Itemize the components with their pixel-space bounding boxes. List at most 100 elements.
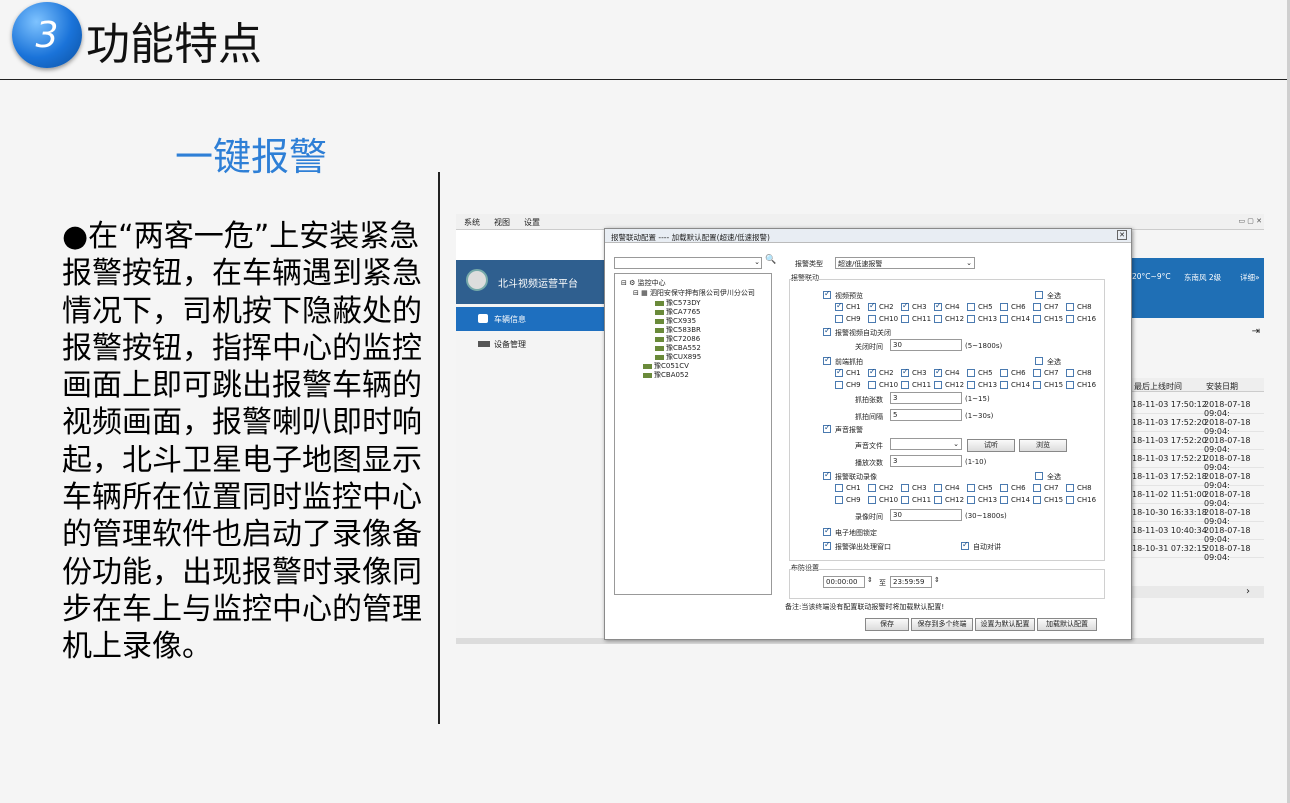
table-row[interactable]: 18-11-03 17:52:21 2018-07-18 09:04: — [1130, 450, 1264, 472]
save-button[interactable]: 保存 — [865, 618, 909, 631]
menu-item-view[interactable]: 视图 — [494, 217, 510, 228]
table-row[interactable]: 18-11-03 17:52:20 2018-07-18 09:04: — [1130, 414, 1264, 436]
time-from-input[interactable]: 00:00:00 — [823, 576, 865, 588]
tree-company[interactable]: ⊟ ▦ 泗阳安保守押有限公司伊川分公司 — [633, 288, 755, 298]
close-time-input[interactable]: 30 — [890, 339, 962, 351]
table-row[interactable]: 18-10-31 07:32:15 2018-07-18 09:04: — [1130, 540, 1264, 562]
capture-ch-checkbox[interactable] — [967, 381, 975, 389]
auto-close-checkbox[interactable] — [823, 326, 831, 336]
table-row[interactable]: 18-11-02 11:51:00 2018-07-18 09:04: — [1130, 486, 1264, 508]
capture-ch-checkbox[interactable] — [1000, 369, 1008, 377]
capture-ch-checkbox[interactable] — [835, 367, 843, 377]
browse-button[interactable]: 浏览 — [1019, 439, 1067, 452]
record-ch-checkbox[interactable] — [901, 496, 909, 504]
video-ch-checkbox[interactable] — [1000, 315, 1008, 323]
panel-expand-icon[interactable]: ⇥ — [1252, 326, 1260, 337]
record-ch-checkbox[interactable] — [1000, 496, 1008, 504]
chevron-down-icon[interactable]: ⌄ — [966, 259, 972, 267]
chevron-right-icon[interactable]: › — [1246, 586, 1250, 597]
record-ch-checkbox[interactable] — [967, 484, 975, 492]
map-lock-checkbox[interactable] — [823, 526, 831, 536]
menu-item-system[interactable]: 系统 — [464, 217, 480, 228]
capture-ch-checkbox[interactable] — [1000, 381, 1008, 389]
chevron-down-icon[interactable]: ⌄ — [754, 258, 760, 266]
capture-select-all-checkbox[interactable] — [1035, 357, 1043, 365]
window-controls-icon[interactable]: ▭ ▢ ✕ — [1238, 217, 1262, 225]
video-ch-checkbox[interactable] — [835, 301, 843, 311]
capture-ch-checkbox[interactable] — [934, 367, 942, 377]
capture-ch-checkbox[interactable] — [1066, 369, 1074, 377]
capture-count-input[interactable]: 3 — [890, 392, 962, 404]
video-ch-checkbox[interactable] — [901, 315, 909, 323]
video-ch-checkbox[interactable] — [901, 301, 909, 311]
horizontal-scrollbar[interactable]: › — [1130, 586, 1264, 598]
video-ch-checkbox[interactable] — [1066, 315, 1074, 323]
nav-item-device-management[interactable]: 设备管理 — [456, 333, 606, 355]
listen-button[interactable]: 试听 — [967, 439, 1015, 452]
record-time-input[interactable]: 30 — [890, 509, 962, 521]
video-ch-checkbox[interactable] — [1000, 303, 1008, 311]
capture-ch-checkbox[interactable] — [1066, 381, 1074, 389]
table-row[interactable]: 18-10-30 16:33:18 2018-07-18 09:04: — [1130, 504, 1264, 526]
record-ch-checkbox[interactable] — [934, 496, 942, 504]
video-ch-checkbox[interactable] — [967, 315, 975, 323]
record-ch-checkbox[interactable] — [1033, 496, 1041, 504]
chevron-down-icon[interactable]: ⌄ — [953, 440, 959, 448]
record-ch-checkbox[interactable] — [1000, 484, 1008, 492]
record-ch-checkbox[interactable] — [967, 496, 975, 504]
record-checkbox[interactable] — [823, 470, 831, 480]
alarm-type-select[interactable]: 超速/低速报警 ⌄ — [835, 257, 975, 269]
video-preview-checkbox[interactable] — [823, 289, 831, 299]
menu-item-settings[interactable]: 设置 — [524, 217, 540, 228]
capture-ch-checkbox[interactable] — [835, 381, 843, 389]
save-multiple-button[interactable]: 保存到多个终端 — [911, 618, 973, 631]
capture-checkbox[interactable] — [823, 355, 831, 365]
capture-ch-checkbox[interactable] — [901, 367, 909, 377]
video-ch-checkbox[interactable] — [1033, 303, 1041, 311]
load-default-button[interactable]: 加载默认配置 — [1037, 618, 1097, 631]
capture-ch-checkbox[interactable] — [934, 381, 942, 389]
tree-root[interactable]: ⊟ ⚙ 监控中心 — [621, 278, 666, 288]
video-ch-checkbox[interactable] — [934, 301, 942, 311]
weather-detail-link[interactable]: 详细» — [1240, 272, 1260, 283]
video-ch-checkbox[interactable] — [1066, 303, 1074, 311]
time-from-stepper-icon[interactable]: ⇕ — [867, 576, 873, 584]
auto-talk-checkbox[interactable] — [961, 540, 969, 550]
record-ch-checkbox[interactable] — [901, 484, 909, 492]
capture-interval-input[interactable]: 5 — [890, 409, 962, 421]
time-to-stepper-icon[interactable]: ⇕ — [934, 576, 940, 584]
record-ch-checkbox[interactable] — [1066, 496, 1074, 504]
tree-search-input[interactable]: ⌄ — [614, 257, 762, 269]
table-row[interactable]: 18-11-03 17:50:12 2018-07-18 09:04: — [1130, 396, 1264, 418]
sound-file-select[interactable]: ⌄ — [890, 438, 962, 450]
select-all-checkbox[interactable] — [1035, 291, 1043, 299]
video-ch-checkbox[interactable] — [868, 301, 876, 311]
play-times-input[interactable]: 3 — [890, 455, 962, 467]
sound-checkbox[interactable] — [823, 423, 831, 433]
video-ch-checkbox[interactable] — [835, 315, 843, 323]
table-row[interactable]: 18-11-03 17:52:18 2018-07-18 09:04: — [1130, 468, 1264, 490]
video-ch-checkbox[interactable] — [868, 315, 876, 323]
record-select-all-checkbox[interactable] — [1035, 472, 1043, 480]
capture-ch-checkbox[interactable] — [1033, 369, 1041, 377]
capture-ch-checkbox[interactable] — [868, 367, 876, 377]
video-ch-checkbox[interactable] — [1033, 315, 1041, 323]
capture-ch-checkbox[interactable] — [868, 381, 876, 389]
search-icon[interactable]: 🔍 — [765, 255, 776, 265]
record-ch-checkbox[interactable] — [835, 484, 843, 492]
record-ch-checkbox[interactable] — [868, 484, 876, 492]
table-row[interactable]: 18-11-03 10:40:34 2018-07-18 09:04: — [1130, 522, 1264, 544]
column-header[interactable]: 安装日期 — [1206, 381, 1238, 392]
record-ch-checkbox[interactable] — [868, 496, 876, 504]
video-ch-checkbox[interactable] — [967, 303, 975, 311]
set-default-button[interactable]: 设置为默认配置 — [975, 618, 1035, 631]
time-to-input[interactable]: 23:59:59 — [890, 576, 932, 588]
tree-vehicle-item[interactable]: 豫CBA052 — [643, 370, 689, 380]
close-icon[interactable]: ✕ — [1117, 230, 1127, 240]
record-ch-checkbox[interactable] — [1033, 484, 1041, 492]
record-ch-checkbox[interactable] — [835, 496, 843, 504]
capture-ch-checkbox[interactable] — [901, 381, 909, 389]
record-ch-checkbox[interactable] — [934, 484, 942, 492]
nav-item-vehicle-info[interactable]: 车辆信息 — [456, 307, 606, 331]
video-ch-checkbox[interactable] — [934, 315, 942, 323]
